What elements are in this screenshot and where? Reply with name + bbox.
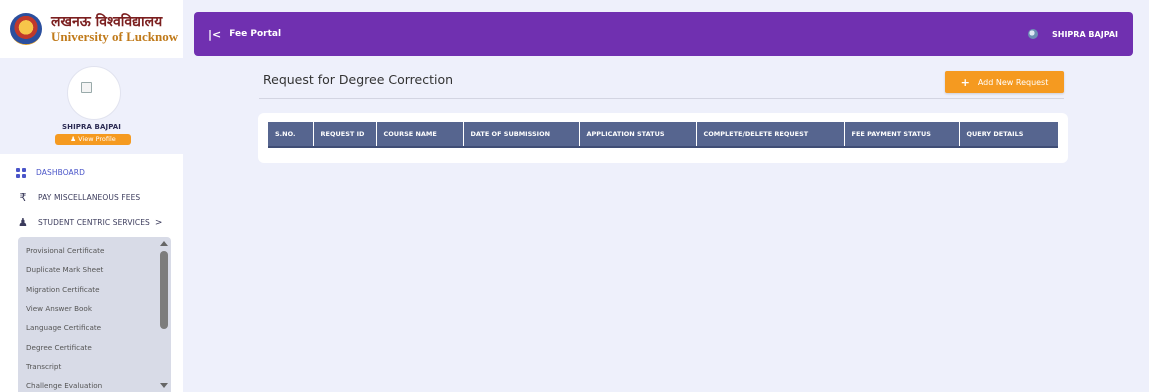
submenu-item-migration-certificate[interactable]: Migration Certificate bbox=[18, 280, 171, 299]
view-profile-label: View Profile bbox=[78, 135, 116, 143]
sidebar-item-label: DASHBOARD bbox=[36, 168, 85, 177]
plus-icon: + bbox=[960, 75, 970, 89]
sidebar-item-label: STUDENT CENTRIC SERVICES bbox=[38, 218, 150, 227]
chevron-right-icon: > bbox=[154, 217, 163, 228]
dashboard-grid-icon bbox=[16, 167, 26, 178]
view-profile-button[interactable]: ♟ View Profile bbox=[55, 134, 131, 145]
rupee-icon: ₹ bbox=[19, 191, 27, 204]
submenu-item-provisional-certificate[interactable]: Provisional Certificate bbox=[18, 241, 171, 260]
scroll-down-arrow-icon[interactable] bbox=[160, 383, 168, 388]
column-header-complete-delete-request[interactable]: COMPLETE/DELETE REQUEST bbox=[696, 122, 845, 148]
submenu-item-degree-certificate[interactable]: Degree Certificate bbox=[18, 337, 171, 356]
logo-text: लखनऊ विश्वविद्यालय University of Lucknow bbox=[51, 15, 178, 43]
university-seal-icon bbox=[10, 13, 42, 45]
user-icon: ♟ bbox=[70, 135, 77, 143]
submenu-item-duplicate-mark-sheet[interactable]: Duplicate Mark Sheet bbox=[18, 260, 171, 279]
requests-card: S.NO. REQUEST ID COURSE NAME DATE OF SUB… bbox=[258, 113, 1068, 163]
profile-name: SHIPRA BAJPAI bbox=[61, 123, 122, 131]
broken-image-icon bbox=[81, 82, 92, 93]
header-user-menu[interactable]: SHIPRA BAJPAI bbox=[1028, 29, 1118, 39]
requests-table: S.NO. REQUEST ID COURSE NAME DATE OF SUB… bbox=[268, 122, 1058, 148]
scroll-up-arrow-icon[interactable] bbox=[160, 241, 168, 246]
logo-hindi-name: लखनऊ विश्वविद्यालय bbox=[51, 13, 163, 30]
column-header-request-id[interactable]: REQUEST ID bbox=[313, 122, 377, 148]
column-header-sno[interactable]: S.NO. bbox=[268, 122, 314, 148]
student-icon: ♟ bbox=[18, 216, 28, 229]
submenu-item-language-certificate[interactable]: Language Certificate bbox=[18, 318, 171, 337]
scrollbar-thumb[interactable] bbox=[160, 251, 168, 329]
sidebar-item-student-centric-services[interactable]: ♟ STUDENT CENTRIC SERVICES > bbox=[0, 210, 183, 235]
header-user-name: SHIPRA BAJPAI bbox=[1052, 29, 1118, 39]
top-header: |< Fee Portal SHIPRA BAJPAI bbox=[194, 12, 1133, 56]
add-new-request-label: Add New Request bbox=[977, 77, 1049, 87]
student-services-submenu: Provisional Certificate Duplicate Mark S… bbox=[18, 237, 171, 392]
column-header-application-status[interactable]: APPLICATION STATUS bbox=[579, 122, 697, 148]
column-header-date-of-submission[interactable]: DATE OF SUBMISSION bbox=[463, 122, 580, 148]
collapse-sidebar-icon[interactable]: |< bbox=[208, 28, 221, 41]
sidebar-item-dashboard[interactable]: DASHBOARD bbox=[0, 160, 183, 185]
sidebar-item-label: PAY MISCELLANEOUS FEES bbox=[38, 193, 141, 202]
column-header-course-name[interactable]: COURSE NAME bbox=[376, 122, 464, 148]
add-new-request-button[interactable]: + Add New Request bbox=[945, 71, 1064, 93]
university-logo[interactable]: लखनऊ विश्वविद्यालय University of Lucknow bbox=[0, 0, 183, 58]
submenu-scrollbar[interactable] bbox=[157, 237, 171, 392]
table-header-row: S.NO. REQUEST ID COURSE NAME DATE OF SUB… bbox=[268, 122, 1058, 148]
column-header-query-details[interactable]: QUERY DETAILS bbox=[959, 122, 1058, 148]
avatar bbox=[67, 66, 121, 120]
sidebar-menu: DASHBOARD ₹ PAY MISCELLANEOUS FEES ♟ STU… bbox=[0, 160, 183, 235]
title-divider bbox=[259, 98, 1064, 99]
sidebar-item-pay-misc-fees[interactable]: ₹ PAY MISCELLANEOUS FEES bbox=[0, 185, 183, 210]
submenu-item-transcript[interactable]: Transcript bbox=[18, 357, 171, 376]
submenu-item-challenge-evaluation[interactable]: Challenge Evaluation bbox=[18, 376, 171, 392]
profile-panel: SHIPRA BAJPAI ♟ View Profile bbox=[0, 58, 183, 154]
logo-english-name: University of Lucknow bbox=[51, 28, 179, 44]
column-header-fee-payment-status[interactable]: FEE PAYMENT STATUS bbox=[844, 122, 960, 148]
sidebar: लखनऊ विश्वविद्यालय University of Lucknow… bbox=[0, 0, 183, 392]
page-title: Request for Degree Correction bbox=[263, 72, 454, 87]
portal-title: Fee Portal bbox=[229, 29, 282, 39]
submenu-item-view-answer-book[interactable]: View Answer Book bbox=[18, 299, 171, 318]
user-avatar-icon bbox=[1028, 29, 1038, 39]
